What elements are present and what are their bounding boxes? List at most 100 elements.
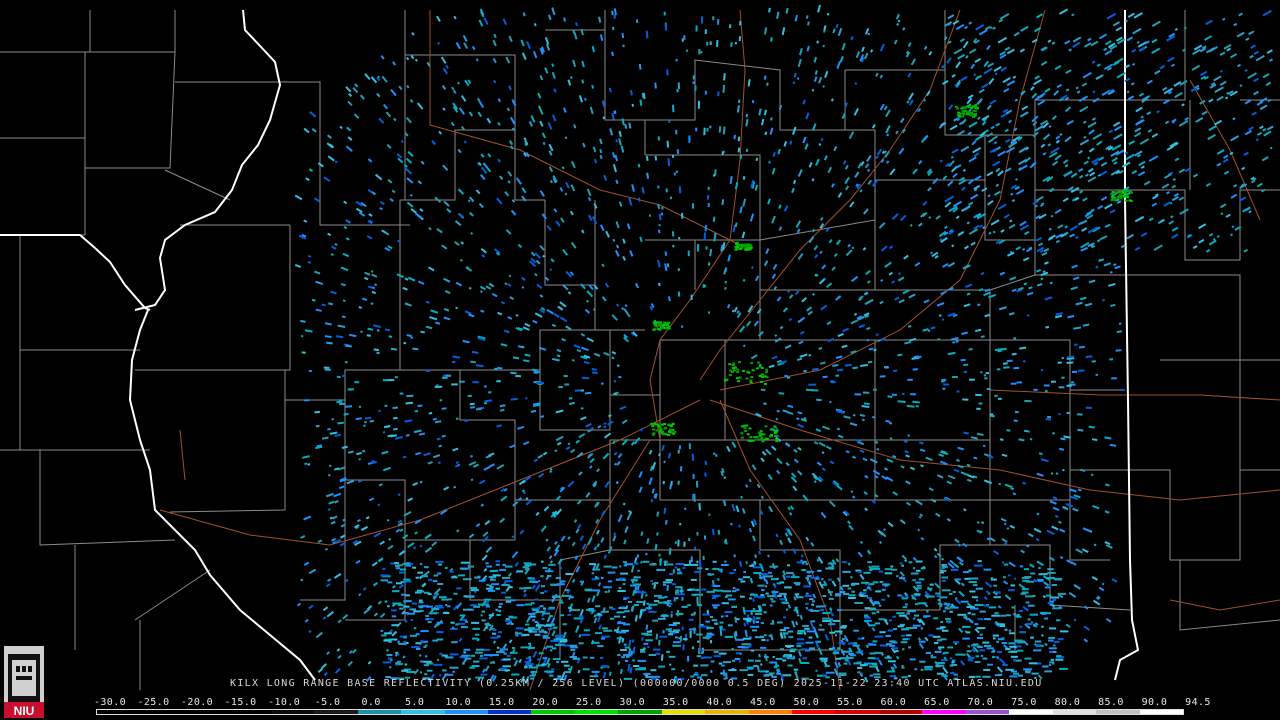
echo-pixel [896,22,900,26]
echo-pixel [867,561,872,564]
echo-pixel [813,441,819,445]
echo-pixel [805,563,808,566]
echo-pixel [487,589,496,592]
echo-pixel [474,590,477,593]
echo-pixel [850,36,854,41]
echo-pixel [1253,90,1259,96]
niu-logo: NIU [4,646,44,718]
echo-pixel [552,626,558,629]
echo-pixel [382,103,389,110]
echo-pixel [883,105,888,111]
echo-pixel [471,621,480,624]
echo-pixel [1214,86,1224,94]
echo-pixel [713,651,719,653]
logo-text: NIU [14,704,35,718]
echo-pixel [409,99,414,103]
echo-pixel [1219,80,1227,86]
echo-pixel [1135,106,1143,113]
echo-pixel [418,605,426,608]
echo-pixel [1119,388,1124,391]
echo-pixel [1051,41,1056,45]
echo-pixel [934,254,939,259]
echo-pixel [722,590,732,593]
echo-pixel [837,647,840,650]
echo-pixel [996,596,999,599]
echo-core-pixel [747,371,751,374]
echo-pixel [958,590,965,597]
echo-pixel [993,190,1001,196]
echo-pixel [980,271,985,276]
echo-pixel [769,565,779,568]
echo-pixel [976,599,979,602]
scale-tick-label: 80.0 [1054,697,1081,708]
color-scale-bar [96,709,1184,715]
echo-pixel [694,593,703,596]
echo-pixel [791,657,795,660]
echo-pixel [1058,520,1062,524]
echo-pixel [561,660,569,663]
echo-pixel [775,657,783,660]
echo-pixel [330,520,336,525]
echo-pixel [526,618,530,623]
echo-pixel [779,539,784,546]
echo-pixel [488,584,492,587]
echo-pixel [418,653,422,658]
echo-pixel [845,450,850,454]
echo-pixel [712,567,720,570]
echo-pixel [941,576,948,579]
echo-pixel [572,657,580,660]
echo-pixel [967,474,975,479]
echo-pixel [309,110,317,118]
echo-pixel [347,660,354,667]
echo-pixel [587,597,591,603]
echo-pixel [1113,263,1117,267]
echo-pixel [792,485,798,492]
echo-core-pixel [732,362,736,365]
echo-pixel [480,290,483,293]
scale-segment [227,710,271,714]
echo-pixel [981,121,987,126]
echo-pixel [391,189,396,194]
echo-pixel [597,612,601,615]
echo-pixel [490,578,496,581]
echo-pixel [532,609,538,611]
echo-pixel [327,155,335,162]
echo-pixel [1036,195,1044,202]
echo-pixel [710,670,713,673]
echo-pixel [623,598,627,601]
echo-pixel [883,584,889,587]
echo-pixel [1140,115,1144,119]
echo-pixel [1200,70,1208,77]
echo-pixel [870,49,874,53]
echo-pixel [674,636,678,639]
echo-pixel [774,334,778,337]
echo-pixel [481,619,486,622]
echo-pixel [842,570,851,573]
echo-core-pixel [732,367,735,370]
echo-pixel [641,637,644,641]
echo-pixel [637,659,647,662]
echo-pixel [912,400,920,404]
echo-pixel [529,580,538,583]
echo-pixel [379,200,385,206]
echo-pixel [1213,75,1222,82]
echo-pixel [976,529,982,534]
echo-pixel [1077,221,1083,226]
echo-pixel [690,563,699,566]
echo-pixel [683,35,686,40]
echo-pixel [733,134,736,140]
echo-pixel [723,73,726,81]
echo-pixel [615,221,620,229]
echo-pixel [307,463,311,466]
echo-pixel [976,407,981,410]
echo-pixel [850,490,854,494]
echo-pixel [645,639,653,642]
echo-pixel [878,604,882,607]
echo-pixel [1078,167,1084,173]
echo-pixel [706,194,710,200]
echo-pixel [916,584,922,587]
echo-pixel [895,650,899,653]
echo-core-pixel [966,113,970,116]
echo-pixel [696,633,703,636]
echo-pixel [818,628,825,631]
